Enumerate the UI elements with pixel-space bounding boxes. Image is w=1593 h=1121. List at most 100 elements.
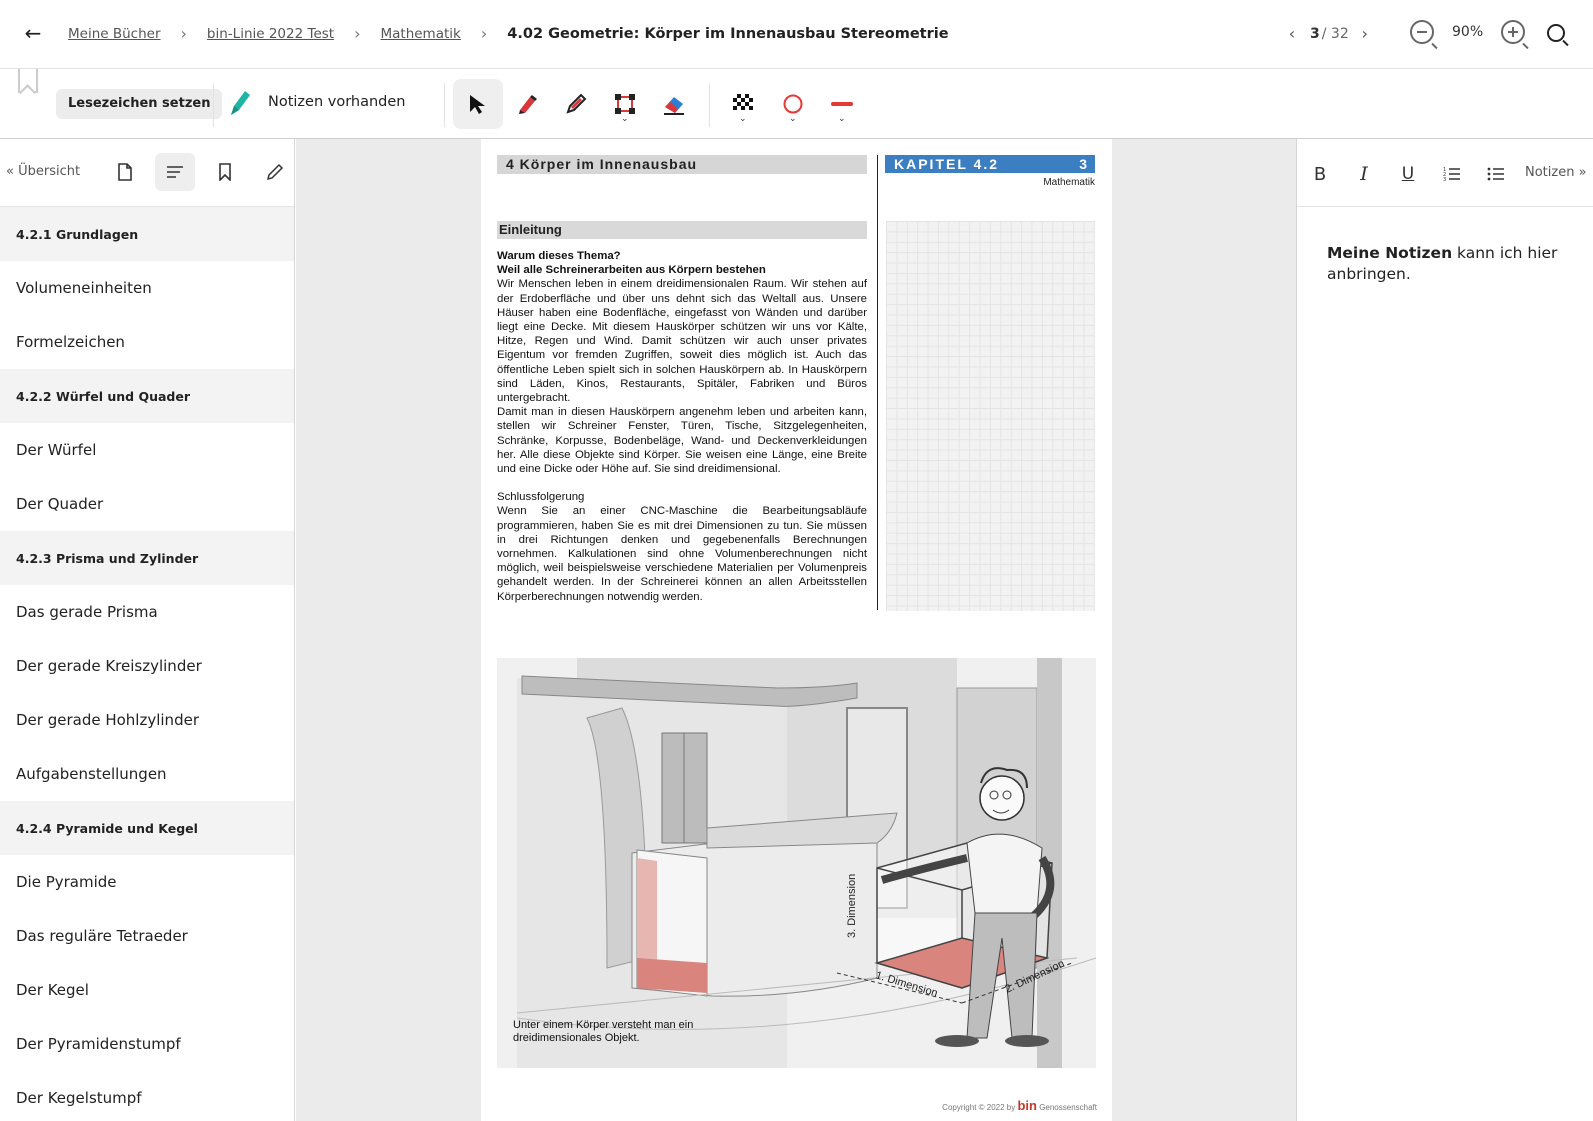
toc-item[interactable]: Der Kegelstumpf: [0, 1071, 294, 1121]
copyright-text: Copyright © 2022 by: [942, 1103, 1016, 1112]
next-page-icon[interactable]: ›: [1355, 24, 1375, 43]
notes-status-label[interactable]: Notizen vorhanden: [268, 94, 406, 110]
bounding-box-icon: [615, 94, 635, 114]
underline-icon[interactable]: U: [1395, 161, 1421, 187]
answer-heading: Weil alle Schreinerarbeiten aus Körpern …: [497, 264, 766, 277]
bullet-list-icon[interactable]: [1483, 161, 1509, 187]
pen-icon[interactable]: [228, 88, 252, 118]
column-divider: [877, 155, 878, 610]
tab-pages[interactable]: [105, 153, 145, 191]
color-tool[interactable]: ⌄: [768, 79, 818, 129]
toc-item[interactable]: Der Kegel: [0, 963, 294, 1017]
shape-tool[interactable]: ⌄: [600, 79, 650, 129]
notes-panel: B I U 123 Notizen » Meine Notizen kann i…: [1296, 139, 1593, 1121]
zoom-level: 90%: [1452, 24, 1484, 40]
notes-grid: [886, 221, 1095, 611]
conclusion-heading: Schlussfolgerung: [497, 491, 585, 504]
breadcrumb-item-meine-buecher[interactable]: Meine Bücher: [68, 26, 161, 42]
sidebar-tabs: « Übersicht: [0, 139, 294, 207]
ordered-list-icon[interactable]: 123: [1439, 161, 1465, 187]
toc-item[interactable]: Der Pyramidenstumpf: [0, 1017, 294, 1071]
section-heading: Einleitung: [497, 221, 867, 239]
toc-section-heading[interactable]: 4.2.4 Pyramide und Kegel: [0, 801, 294, 855]
toc-item[interactable]: Das gerade Prisma: [0, 585, 294, 639]
search-icon[interactable]: [1547, 24, 1565, 42]
tab-bookmarks[interactable]: [205, 153, 245, 191]
question-heading: Warum dieses Thema?: [497, 250, 621, 262]
current-page-number[interactable]: 3: [1310, 26, 1320, 42]
chevron-right-icon: ›: [354, 24, 361, 43]
notes-format-toolbar: B I U 123 Notizen »: [1297, 139, 1593, 207]
edit-pencil-icon: [266, 163, 284, 181]
dimension-3-label: 3. Dimension: [846, 874, 858, 938]
line-width-tool[interactable]: ⌄: [817, 79, 867, 129]
chapter-badge: KAPITEL 4.2 3: [885, 155, 1095, 173]
notes-collapse-toggle[interactable]: Notizen »: [1525, 165, 1587, 180]
copyright-org: Genossenschaft: [1039, 1103, 1097, 1112]
paragraph: Wenn Sie an einer CNC-Maschine die Bearb…: [497, 505, 867, 603]
page-icon: [118, 163, 132, 181]
toc-item[interactable]: Formelzeichen: [0, 315, 294, 369]
toc-item[interactable]: Aufgabenstellungen: [0, 747, 294, 801]
zoom-control: 90%: [1410, 20, 1526, 44]
list-icon: [167, 166, 183, 178]
toc-item[interactable]: Der Quader: [0, 477, 294, 531]
chevron-down-icon: ⌄: [838, 114, 846, 124]
toc-item[interactable]: Das reguläre Tetraeder: [0, 909, 294, 963]
paragraph: Wir Menschen leben in einem dreidimensio…: [497, 278, 867, 405]
notes-text-bold: Meine Notizen: [1327, 244, 1453, 262]
document-page: 4 Körper im Innenausbau KAPITEL 4.2 3 Mat…: [481, 139, 1112, 1121]
chevron-down-icon: ⌄: [621, 114, 629, 124]
breadcrumb-item-bin-linie[interactable]: bin-Linie 2022 Test: [207, 26, 334, 42]
zoom-in-icon[interactable]: [1501, 20, 1526, 44]
table-of-contents-sidebar: « Übersicht 4.2.1 Grundlagen Volumeneinhe…: [0, 139, 295, 1121]
toc-section-heading[interactable]: 4.2.1 Grundlagen: [0, 207, 294, 261]
page-header-title: 4 Körper im Innenausbau: [497, 155, 867, 174]
notes-editor[interactable]: Meine Notizen kann ich hier anbringen.: [1327, 243, 1577, 285]
bold-icon[interactable]: B: [1307, 161, 1333, 187]
set-bookmark-button[interactable]: Lesezeichen setzen: [56, 89, 223, 119]
tab-annotations[interactable]: [255, 153, 294, 191]
select-tool[interactable]: [453, 79, 503, 129]
page-navigator: ‹ 3 / 32 ›: [1282, 24, 1375, 43]
page-number: 3: [1079, 156, 1087, 172]
overview-label: Übersicht: [18, 164, 81, 179]
breadcrumb: Meine Bücher › bin-Linie 2022 Test › Mat…: [68, 24, 949, 43]
checkerboard-icon: [733, 94, 753, 110]
transparency-tool[interactable]: ⌄: [718, 79, 768, 129]
back-arrow-icon[interactable]: ←: [22, 21, 44, 45]
circle-color-icon: [783, 94, 803, 114]
toc-item[interactable]: Der gerade Hohlzylinder: [0, 693, 294, 747]
chevron-right-icon: ›: [480, 24, 488, 43]
previous-page-icon[interactable]: ‹: [1282, 24, 1302, 43]
toc-section-heading[interactable]: 4.2.3 Prisma und Zylinder: [0, 531, 294, 585]
zoom-out-icon[interactable]: [1410, 20, 1434, 44]
tab-contents[interactable]: [155, 153, 195, 191]
document-viewer[interactable]: 4 Körper im Innenausbau KAPITEL 4.2 3 Mat…: [296, 139, 1296, 1121]
svg-text:3: 3: [1443, 177, 1446, 182]
bookmark-icon: [219, 163, 231, 181]
toc-item[interactable]: Der Würfel: [0, 423, 294, 477]
toc-section-heading[interactable]: 4.2.2 Würfel und Quader: [0, 369, 294, 423]
divider: [213, 83, 214, 127]
toc-item[interactable]: Die Pyramide: [0, 855, 294, 909]
page-title: 4.02 Geometrie: Körper im Innenausbau St…: [507, 25, 949, 42]
marker-tool[interactable]: [502, 79, 552, 129]
pencil-tool[interactable]: [551, 79, 601, 129]
paragraph: Damit man in diesen Hauskörpern angenehm…: [497, 406, 867, 476]
toc-item[interactable]: Volumeneinheiten: [0, 261, 294, 315]
cursor-arrow-icon: [470, 95, 485, 114]
bookmark-flag-icon[interactable]: [18, 69, 38, 93]
toc-item[interactable]: Der gerade Kreiszylinder: [0, 639, 294, 693]
page-text: Warum dieses Thema? Weil alle Schreinera…: [497, 249, 867, 604]
italic-icon[interactable]: I: [1351, 161, 1377, 187]
breadcrumb-item-mathematik[interactable]: Mathematik: [380, 26, 460, 42]
subject-label: Mathematik: [1043, 177, 1095, 188]
pencil-icon: [566, 93, 587, 114]
eraser-tool[interactable]: [649, 79, 699, 129]
top-bar: ← Meine Bücher › bin-Linie 2022 Test › M…: [0, 0, 1593, 69]
overview-link[interactable]: « Übersicht: [6, 164, 80, 179]
bin-logo: bin: [1017, 1098, 1037, 1113]
divider: [709, 83, 710, 127]
divider: [444, 83, 445, 127]
